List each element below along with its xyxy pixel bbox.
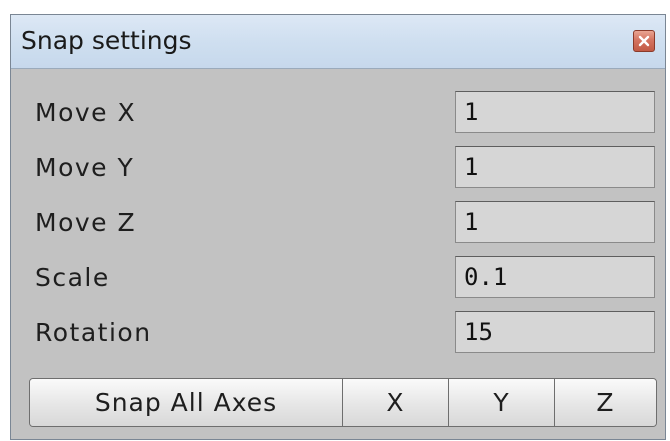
- move-z-field[interactable]: [455, 201, 655, 243]
- move-x-label: Move X: [35, 98, 137, 127]
- snap-settings-window: Snap settings Move X Move Y Move Z Scale…: [10, 14, 666, 440]
- window-title: Snap settings: [21, 26, 192, 55]
- snap-y-button[interactable]: Y: [449, 379, 555, 426]
- move-z-label: Move Z: [35, 208, 137, 237]
- scale-row: Scale: [11, 256, 665, 300]
- move-y-field[interactable]: [455, 146, 655, 188]
- snap-all-axes-button[interactable]: Snap All Axes: [30, 379, 343, 426]
- rotation-row: Rotation: [11, 311, 665, 355]
- move-y-label: Move Y: [35, 153, 135, 182]
- snap-z-button[interactable]: Z: [555, 379, 656, 426]
- close-icon: [638, 35, 650, 47]
- move-x-row: Move X: [11, 91, 665, 135]
- rotation-label: Rotation: [35, 318, 152, 347]
- close-button[interactable]: [633, 30, 655, 52]
- snap-button-bar: Snap All Axes X Y Z: [29, 378, 657, 427]
- move-x-field[interactable]: [455, 91, 655, 133]
- scale-field[interactable]: [455, 256, 655, 298]
- move-y-row: Move Y: [11, 146, 665, 190]
- move-z-row: Move Z: [11, 201, 665, 245]
- scale-label: Scale: [35, 263, 110, 292]
- snap-x-button[interactable]: X: [343, 379, 449, 426]
- rotation-field[interactable]: [455, 311, 655, 353]
- title-bar[interactable]: Snap settings: [11, 15, 665, 69]
